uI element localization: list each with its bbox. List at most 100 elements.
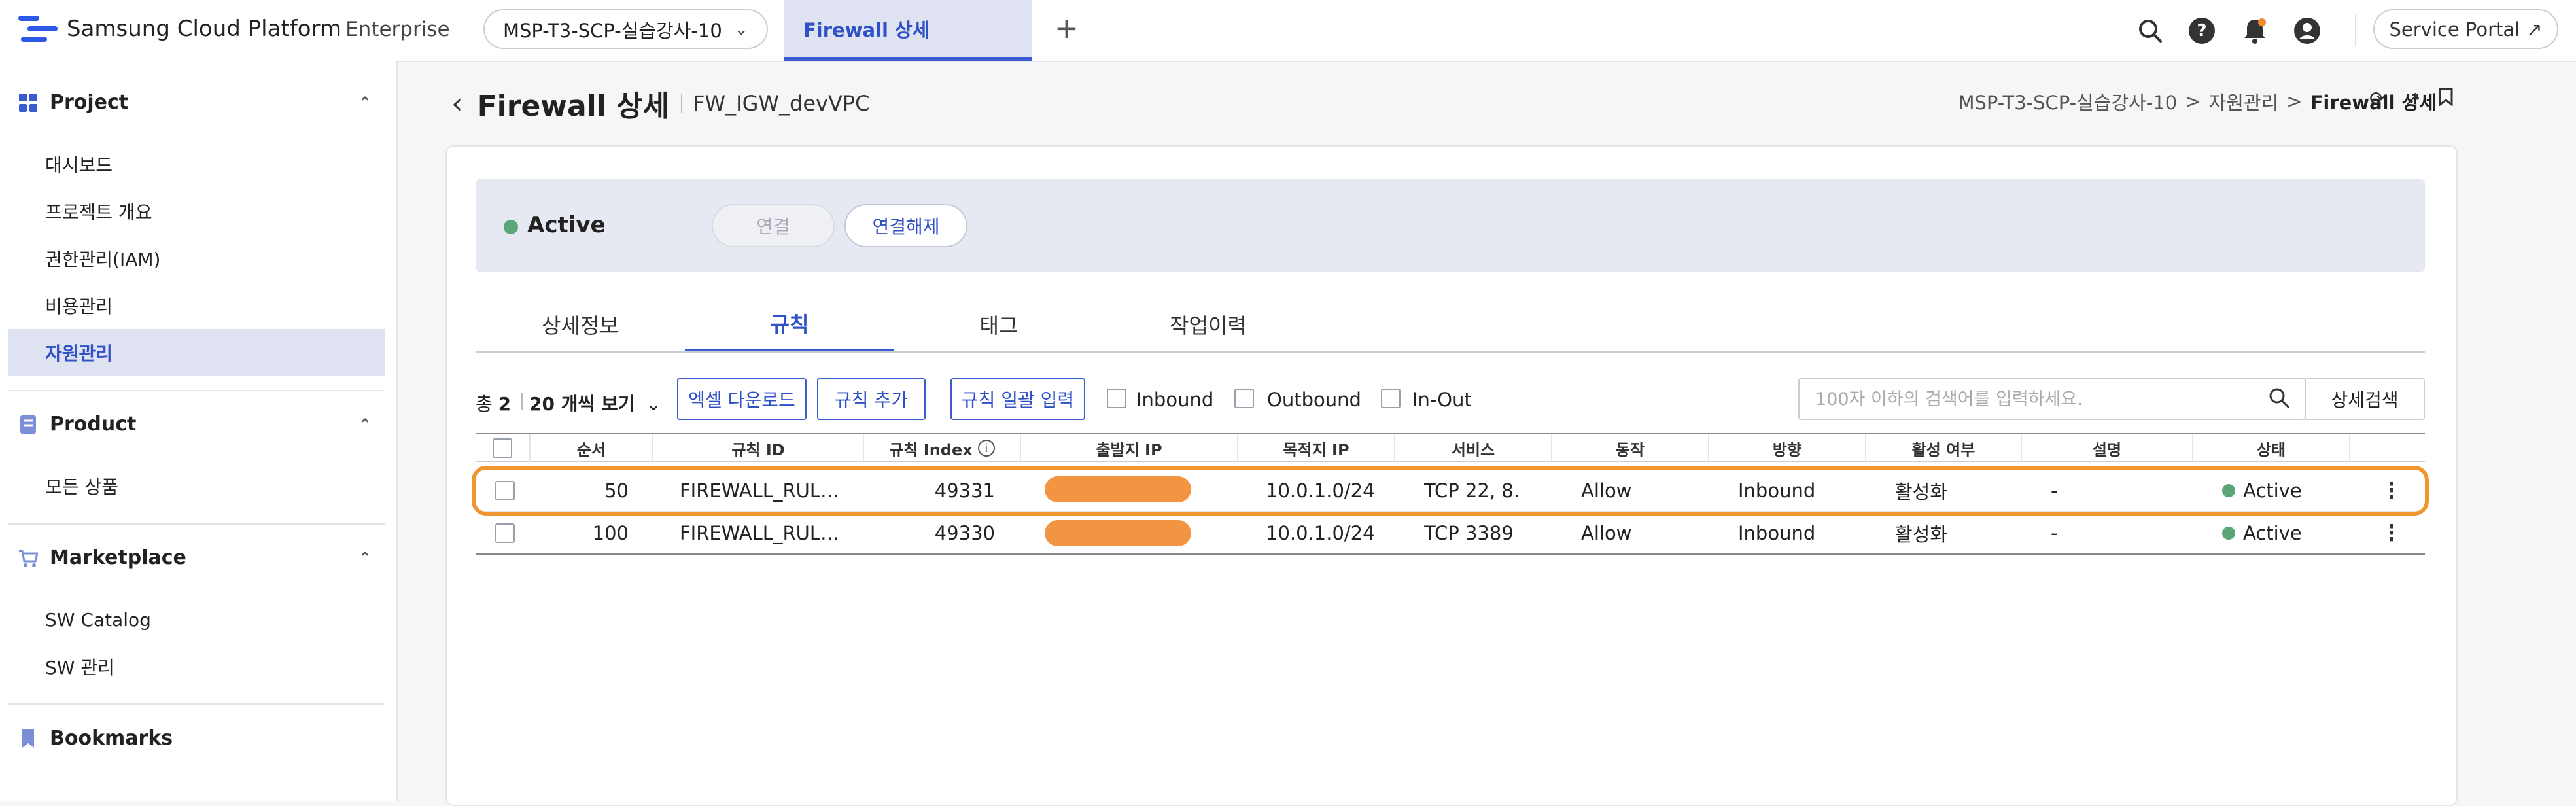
- sidebar-item-sw-management[interactable]: SW 관리: [8, 643, 385, 690]
- connect-button[interactable]: 연결: [712, 204, 835, 247]
- filter-inout-label: In-Out: [1412, 389, 1472, 411]
- user-icon[interactable]: [2292, 16, 2322, 46]
- bulk-rule-input-button[interactable]: 규칙 일괄 입력: [950, 378, 1085, 420]
- back-arrow-icon[interactable]: ‹: [451, 87, 463, 120]
- bookmark-icon[interactable]: [2439, 88, 2453, 111]
- search-icon[interactable]: [2268, 387, 2290, 412]
- filter-inbound-checkbox[interactable]: [1107, 389, 1126, 408]
- chevron-right-icon: >: [2286, 90, 2303, 113]
- page-header: ‹ Firewall 상세 FW_IGW_devVPC: [451, 82, 869, 124]
- state-label: Active: [2243, 521, 2302, 544]
- status-label: Active: [527, 212, 606, 238]
- project-select[interactable]: MSP-T3-SCP-실습강사-10 ⌄: [483, 9, 768, 49]
- column-header[interactable]: 설명: [2022, 434, 2193, 462]
- sidebar-item-iam[interactable]: 권한관리(IAM): [8, 235, 385, 282]
- redaction-mark: [1045, 520, 1191, 546]
- search-input[interactable]: [1814, 388, 2268, 410]
- open-new-window-icon[interactable]: ↗: [2404, 88, 2420, 111]
- column-header[interactable]: 순서: [531, 434, 653, 462]
- grid-icon: [18, 93, 38, 113]
- breadcrumb-item[interactable]: MSP-T3-SCP-실습강사-10: [1958, 88, 2177, 115]
- sidebar-section-product[interactable]: Product ⌃: [18, 413, 372, 436]
- cart-icon: [18, 548, 39, 568]
- refresh-icon[interactable]: ⟳: [2369, 88, 2386, 111]
- sidebar-section-title: Project: [50, 91, 129, 114]
- filter-outbound-checkbox[interactable]: [1234, 389, 1254, 408]
- external-link-icon: ↗: [2526, 18, 2543, 41]
- search-icon[interactable]: [2135, 16, 2165, 46]
- tab-tags[interactable]: 태그: [894, 298, 1104, 351]
- column-header[interactable]: 규칙 ID: [653, 434, 864, 462]
- page-actions: ⟳ ↗: [2369, 88, 2453, 111]
- cell-order: 100: [592, 521, 629, 544]
- sidebar-item-label: 모든 상품: [45, 476, 118, 498]
- add-rule-button[interactable]: 규칙 추가: [817, 378, 926, 420]
- column-header-actions: [2350, 434, 2425, 462]
- sidebar-item-dashboard[interactable]: 대시보드: [8, 141, 385, 188]
- breadcrumb-item[interactable]: 자원관리: [2209, 88, 2279, 115]
- sidebar-item-cost[interactable]: 비용관리: [8, 282, 385, 329]
- select-all-checkbox[interactable]: [493, 438, 512, 458]
- sidebar-item-label: SW Catalog: [45, 608, 151, 631]
- more-options-icon[interactable]: ⋮: [2380, 512, 2400, 553]
- advanced-search-button[interactable]: 상세검색: [2305, 378, 2425, 420]
- chevron-up-icon[interactable]: ⌃: [358, 94, 372, 112]
- notification-icon[interactable]: [2240, 16, 2270, 46]
- breadcrumb: MSP-T3-SCP-실습강사-10 > 자원관리 > Firewall 상세: [1958, 88, 2437, 115]
- column-header[interactable]: 목적지 IP: [1238, 434, 1395, 462]
- sidebar-section-title: Marketplace: [50, 546, 186, 569]
- document-icon: [18, 415, 38, 434]
- cell-state: Active: [2222, 512, 2340, 553]
- tab-label: 상세정보: [542, 313, 619, 338]
- total-prefix: 총: [476, 393, 493, 415]
- sidebar-section-project[interactable]: Project ⌃: [18, 91, 372, 114]
- tab-rules[interactable]: 규칙: [685, 298, 894, 351]
- toolbar-divider: [521, 393, 523, 410]
- page-title: Firewall 상세: [477, 90, 670, 123]
- header-select-all: [476, 434, 531, 462]
- service-portal-button[interactable]: Service Portal ↗: [2373, 9, 2558, 49]
- tab-firewall-detail[interactable]: Firewall 상세: [784, 0, 1032, 61]
- per-page-select[interactable]: 20 개씩 보기 ⌄: [529, 390, 661, 416]
- help-icon[interactable]: ?: [2187, 16, 2217, 46]
- sidebar-section-marketplace[interactable]: Marketplace ⌃: [18, 546, 372, 569]
- sidebar-divider: [8, 390, 385, 391]
- sidebar-item-resources[interactable]: 자원관리: [8, 329, 385, 376]
- column-header[interactable]: 동작: [1552, 434, 1709, 462]
- disconnect-button[interactable]: 연결해제: [844, 204, 967, 247]
- column-header[interactable]: 활성 여부: [1866, 434, 2022, 462]
- status-indicator: [2222, 526, 2235, 540]
- sidebar-item-sw-catalog[interactable]: SW Catalog: [8, 596, 385, 643]
- title-divider: [681, 94, 683, 113]
- sidebar-item-project-overview[interactable]: 프로젝트 개요: [8, 188, 385, 235]
- info-icon[interactable]: i: [977, 440, 995, 457]
- filter-inout-checkbox[interactable]: [1381, 389, 1401, 408]
- total-count-value: 2: [498, 393, 512, 415]
- status-indicator: [504, 220, 518, 234]
- column-header-index[interactable]: 규칙 Index i: [864, 434, 1021, 462]
- column-header[interactable]: 상태: [2193, 434, 2350, 462]
- per-page-value: 20 개씩 보기: [529, 393, 635, 415]
- brand-logo[interactable]: Samsung Cloud Platform Enterprise: [18, 14, 450, 43]
- row-checkbox[interactable]: [495, 523, 515, 543]
- tab-history[interactable]: 작업이력: [1104, 298, 1313, 351]
- cell-rule-id[interactable]: FIREWALL_RUL…: [680, 512, 837, 553]
- chevron-up-icon[interactable]: ⌃: [358, 415, 372, 434]
- button-label: 엑셀 다운로드: [688, 389, 795, 411]
- column-header[interactable]: 출발지 IP: [1021, 434, 1238, 462]
- excel-download-button[interactable]: 엑셀 다운로드: [677, 378, 807, 420]
- sidebar-item-label: 대시보드: [45, 154, 113, 176]
- tab-label: Firewall 상세: [803, 18, 930, 41]
- add-tab-icon[interactable]: +: [1054, 12, 1079, 45]
- chevron-up-icon[interactable]: ⌃: [358, 549, 372, 567]
- tab-details[interactable]: 상세정보: [476, 298, 685, 351]
- filter-inbound-label: Inbound: [1136, 389, 1214, 411]
- table-row[interactable]: 100 FIREWALL_RUL… 49330 10.0.1.0/24 TCP …: [476, 512, 2425, 555]
- page-subtitle: FW_IGW_devVPC: [693, 91, 870, 116]
- tab-label: 태그: [979, 313, 1018, 338]
- sidebar-item-all-products[interactable]: 모든 상품: [8, 463, 385, 510]
- column-header[interactable]: 서비스: [1395, 434, 1552, 462]
- sidebar-section-bookmarks[interactable]: Bookmarks: [18, 727, 372, 750]
- column-header[interactable]: 방향: [1709, 434, 1866, 462]
- row-select: [495, 512, 515, 553]
